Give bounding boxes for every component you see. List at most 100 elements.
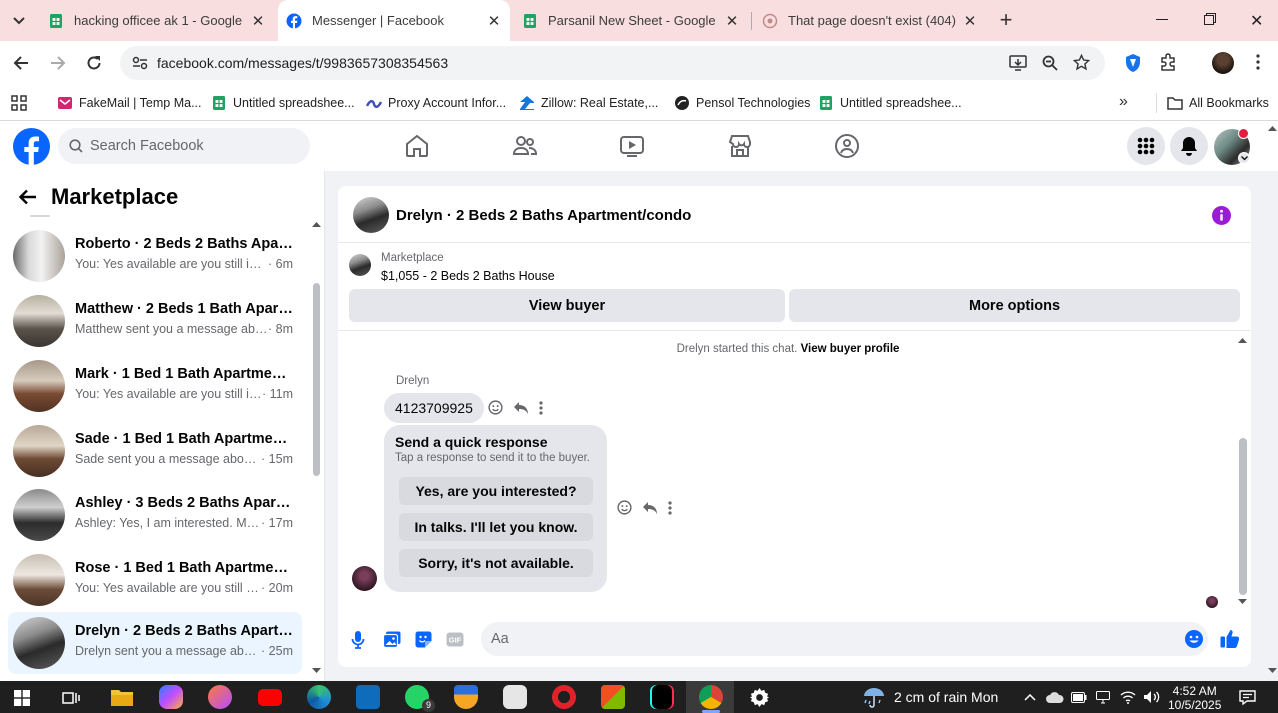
weather-text[interactable]: 2 cm of rain Mon <box>894 689 998 705</box>
bookmark-spreadsheet-1[interactable]: Untitled spreadshee... <box>211 92 355 114</box>
taskbar-clock[interactable]: 4:52 AM 10/5/2025 <box>1168 684 1221 712</box>
reply-icon[interactable] <box>513 401 529 415</box>
browser-tab-3[interactable]: Parsanil New Sheet - Google Sh ✕ <box>518 0 748 41</box>
page-scroll-down[interactable] <box>1268 668 1277 674</box>
new-tab-button[interactable]: + <box>996 9 1016 31</box>
close-icon[interactable]: ✕ <box>724 13 740 30</box>
opera-icon[interactable] <box>552 685 576 709</box>
chevron-up-icon[interactable] <box>1024 694 1036 701</box>
notifications-button[interactable] <box>1170 127 1208 165</box>
emoji-react-icon[interactable] <box>617 500 632 515</box>
close-icon[interactable]: ✕ <box>250 13 266 30</box>
groups-icon[interactable] <box>834 133 860 159</box>
chat-scrollbar-thumb[interactable] <box>1239 438 1247 595</box>
video-icon[interactable] <box>619 133 645 159</box>
battery-icon[interactable] <box>1071 692 1087 703</box>
app-icon-purple[interactable] <box>208 685 232 709</box>
scroll-up-icon[interactable] <box>1238 337 1247 343</box>
back-arrow-icon[interactable] <box>19 189 37 205</box>
scroll-down-icon[interactable] <box>312 668 321 674</box>
close-icon[interactable]: ✕ <box>486 13 502 30</box>
photo-icon[interactable] <box>383 631 401 648</box>
minimize-button[interactable] <box>1156 19 1168 20</box>
facebook-logo-icon[interactable] <box>13 128 50 165</box>
file-explorer-icon[interactable] <box>110 687 134 707</box>
marketplace-icon[interactable] <box>727 133 753 159</box>
conversation-item[interactable]: Sade · 1 Bed 1 Bath Apartment/condo Sade… <box>8 420 302 482</box>
emoji-react-icon[interactable] <box>488 400 503 415</box>
sticker-icon[interactable] <box>415 631 432 648</box>
tab-search-button[interactable] <box>8 10 30 32</box>
all-bookmarks-button[interactable]: All Bookmarks <box>1167 92 1269 114</box>
youtube-icon[interactable] <box>258 689 282 706</box>
network-icon[interactable] <box>1096 691 1110 704</box>
reload-icon[interactable] <box>86 55 102 71</box>
more-vertical-icon[interactable] <box>668 500 672 515</box>
scroll-down-icon[interactable] <box>1238 599 1247 605</box>
quick-response-talks[interactable]: In talks. I'll let you know. <box>399 513 593 541</box>
facebook-search-input[interactable]: Search Facebook <box>58 128 310 164</box>
chat-avatar[interactable] <box>353 197 389 233</box>
extensions-puzzle-icon[interactable] <box>1160 53 1178 71</box>
settings-gear-icon[interactable] <box>750 688 769 707</box>
bookmark-pensol[interactable]: Pensol Technologies <box>674 92 810 114</box>
app-icon-gear-dark[interactable] <box>503 685 527 709</box>
store-icon[interactable] <box>601 685 625 709</box>
conversation-item[interactable]: Mark · 1 Bed 1 Bath Apartment/condo You:… <box>8 355 302 417</box>
microphone-icon[interactable] <box>351 631 365 649</box>
account-chevron[interactable] <box>1238 152 1250 164</box>
shield-extension-icon[interactable] <box>1124 53 1142 73</box>
browser-tab-4[interactable]: That page doesn't exist (404) - F ✕ <box>756 0 986 41</box>
browser-tab-1[interactable]: hacking officee ak 1 - Google Sh ✕ <box>44 0 274 41</box>
back-arrow-icon[interactable] <box>13 55 29 71</box>
windows-start-icon[interactable] <box>14 690 30 706</box>
message-input[interactable] <box>481 622 1208 656</box>
address-bar[interactable]: facebook.com/messages/t/9983657308354563 <box>120 46 1105 80</box>
chrome-icon[interactable] <box>699 685 723 709</box>
friends-icon[interactable] <box>512 133 538 159</box>
page-scroll-up[interactable] <box>1268 125 1277 131</box>
outlook-icon[interactable] <box>356 685 380 709</box>
medal-app-icon[interactable] <box>454 685 478 709</box>
task-view-icon[interactable] <box>62 690 80 706</box>
bookmark-zillow[interactable]: Zillow: Real Estate,... <box>519 92 658 114</box>
more-bookmarks-button[interactable]: » <box>1119 93 1128 111</box>
profile-avatar[interactable] <box>1212 52 1234 74</box>
volume-icon[interactable] <box>1143 690 1160 704</box>
forward-arrow-icon[interactable] <box>50 55 66 71</box>
quick-response-yes[interactable]: Yes, are you interested? <box>399 477 593 505</box>
menu-kebab-icon[interactable] <box>1256 54 1260 70</box>
restore-button[interactable] <box>1204 13 1216 25</box>
wifi-icon[interactable] <box>1120 690 1136 704</box>
conversation-item[interactable]: Roberto · 2 Beds 2 Baths Apartment/condo… <box>8 225 302 287</box>
copilot-icon[interactable] <box>159 685 183 709</box>
buyer-avatar[interactable] <box>352 566 377 591</box>
bookmark-fakemail[interactable]: FakeMail | Temp Ma... <box>57 92 202 114</box>
emoji-icon[interactable] <box>1185 630 1203 648</box>
more-options-button[interactable]: More options <box>789 289 1240 322</box>
tiktok-icon[interactable] <box>650 685 674 709</box>
conversation-item[interactable]: Rose · 1 Bed 1 Bath Apartment/condo You:… <box>8 549 302 611</box>
thumbs-up-icon[interactable] <box>1220 629 1240 648</box>
bookmark-spreadsheet-2[interactable]: Untitled spreadshee... <box>818 92 962 114</box>
close-icon[interactable]: ✕ <box>962 13 978 30</box>
gif-icon[interactable]: GIF <box>446 632 464 647</box>
left-scrollbar-thumb[interactable] <box>313 283 320 476</box>
more-vertical-icon[interactable] <box>539 400 543 415</box>
quick-response-unavailable[interactable]: Sorry, it's not available. <box>399 549 593 577</box>
bookmark-star-icon[interactable] <box>1073 54 1090 71</box>
close-window-button[interactable]: ✕ <box>1250 11 1264 30</box>
browser-tab-2[interactable]: Messenger | Facebook ✕ <box>278 0 510 41</box>
listing-title[interactable]: $1,055 - 2 Beds 2 Baths House <box>381 269 555 283</box>
install-app-icon[interactable] <box>1009 55 1027 71</box>
bookmark-proxy[interactable]: Proxy Account Infor... <box>366 92 506 114</box>
view-buyer-button[interactable]: View buyer <box>349 289 785 322</box>
menu-button[interactable] <box>1127 127 1165 165</box>
site-settings-icon[interactable] <box>132 56 148 70</box>
info-icon[interactable] <box>1212 206 1231 225</box>
conversation-item[interactable]: Ashley · 3 Beds 2 Baths Apartment/condo … <box>8 484 302 546</box>
reply-icon[interactable] <box>642 501 658 515</box>
notifications-center-icon[interactable] <box>1239 690 1256 705</box>
conversation-item[interactable]: Matthew · 2 Beds 1 Bath Apartment/condo … <box>8 290 302 352</box>
scroll-up-icon[interactable] <box>312 221 321 227</box>
